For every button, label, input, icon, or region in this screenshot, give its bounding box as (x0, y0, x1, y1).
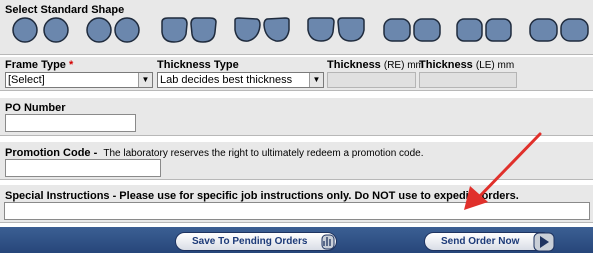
thickness-le-label-text: Thickness (419, 59, 473, 71)
arrow-right-icon (533, 232, 555, 252)
promotion-label-text: Promotion Code - (5, 147, 98, 159)
frame-options-panel: Frame Type * [Select] ▼ Thickness Type L… (0, 57, 593, 91)
save-to-pending-label: Save To Pending Orders (192, 236, 308, 247)
required-mark: * (69, 59, 74, 71)
chevron-down-icon[interactable]: ▼ (138, 73, 152, 87)
thickness-type-value: Lab decides best thickness (160, 74, 293, 86)
shape-rounded-rect-icon[interactable] (528, 16, 593, 44)
shape-oval-icon[interactable] (86, 16, 142, 44)
frame-type-value: [Select] (8, 74, 45, 86)
thickness-le-field (419, 72, 517, 88)
send-order-now-button[interactable]: Send Order Now (424, 232, 555, 252)
special-instructions-label: Special Instructions - Please use for sp… (5, 190, 519, 202)
frame-type-select[interactable]: [Select] ▼ (5, 72, 153, 88)
po-number-label: PO Number (5, 102, 66, 114)
promotion-code-input[interactable] (5, 159, 161, 177)
frame-type-label: Frame Type * (5, 59, 73, 71)
chevron-down-icon[interactable]: ▼ (309, 73, 323, 87)
thickness-type-select[interactable]: Lab decides best thickness ▼ (157, 72, 324, 88)
shape-aviator-icon[interactable] (233, 16, 291, 44)
thickness-re-field (327, 72, 416, 88)
shape-rounded-icon[interactable] (160, 16, 218, 44)
hand-pointer-icon (321, 234, 335, 250)
shape-wayfarer-icon[interactable] (306, 16, 366, 44)
frame-type-label-text: Frame Type (5, 59, 66, 71)
shape-square-icon[interactable] (455, 16, 513, 44)
promotion-note: The laboratory reserves the right to ult… (103, 148, 424, 159)
promotion-label: Promotion Code - The laboratory reserves… (5, 147, 424, 159)
po-number-input[interactable] (5, 114, 136, 132)
shape-round-icon[interactable] (12, 16, 70, 44)
save-to-pending-button[interactable]: Save To Pending Orders (175, 232, 337, 251)
thickness-re-label-text: Thickness (327, 59, 381, 71)
shape-rectangle-icon[interactable] (382, 16, 442, 44)
thickness-le-unit: (LE) mm (475, 60, 515, 71)
annotation-arrow-icon (464, 132, 542, 210)
footer-action-bar: Save To Pending Orders Send Order Now (0, 227, 593, 253)
thickness-le-label: Thickness (LE) mm (419, 59, 514, 71)
thickness-re-unit: (RE) mm (383, 60, 424, 71)
thickness-re-label: Thickness (RE) mm (327, 59, 424, 71)
thickness-type-label: Thickness Type (157, 59, 239, 71)
shape-panel: Select Standard Shape (0, 0, 593, 55)
shape-panel-title: Select Standard Shape (5, 4, 125, 16)
send-order-now-label: Send Order Now (441, 236, 520, 247)
